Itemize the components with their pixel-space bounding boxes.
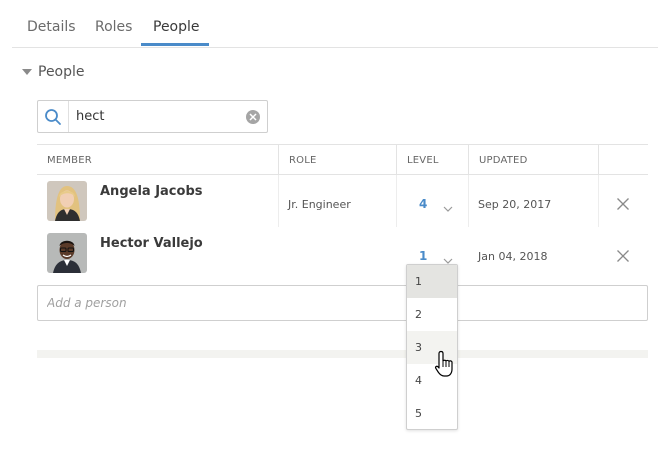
header-member[interactable]: MEMBER	[47, 155, 92, 166]
add-person-field	[37, 285, 648, 321]
member-name[interactable]: Angela Jacobs	[100, 184, 202, 199]
hand-cursor-icon	[434, 350, 456, 382]
section-title: People	[38, 64, 85, 80]
level-value[interactable]: 4	[419, 197, 427, 211]
level-option[interactable]: 1	[407, 265, 457, 298]
search-box	[37, 100, 268, 133]
tab-bar: Details Roles People	[12, 0, 658, 48]
close-icon[interactable]	[616, 196, 630, 215]
table-row: Angela Jacobs Jr. Engineer 4 Sep 20, 201…	[37, 175, 648, 227]
tab-details[interactable]: Details	[27, 19, 76, 35]
member-name[interactable]: Hector Vallejo	[100, 236, 203, 251]
header-level[interactable]: LEVEL	[407, 155, 439, 166]
table-row: Hector Vallejo 1 Jan 04, 2018	[37, 227, 648, 279]
tab-roles[interactable]: Roles	[95, 19, 132, 35]
active-tab-indicator	[141, 43, 209, 46]
clear-icon[interactable]	[246, 110, 260, 124]
search-icon[interactable]	[38, 101, 69, 132]
caret-down-icon	[22, 69, 32, 75]
search-input[interactable]	[70, 101, 240, 132]
level-option[interactable]: 5	[407, 397, 457, 429]
tab-people[interactable]: People	[153, 19, 200, 35]
people-section-toggle[interactable]: People	[22, 64, 85, 80]
table-header: MEMBER ROLE LEVEL UPDATED	[37, 144, 648, 175]
level-dropdown-menu: 1 2 3 4 5	[406, 264, 458, 430]
updated-date: Jan 04, 2018	[478, 250, 548, 263]
close-icon[interactable]	[616, 248, 630, 267]
level-value[interactable]: 1	[419, 249, 427, 263]
header-updated[interactable]: UPDATED	[479, 155, 527, 166]
table-footer-bar	[37, 350, 648, 358]
header-role[interactable]: ROLE	[289, 155, 317, 166]
member-role: Jr. Engineer	[288, 198, 351, 211]
avatar	[47, 233, 87, 273]
people-table: MEMBER ROLE LEVEL UPDATED Angela Jacobs …	[37, 144, 648, 273]
chevron-down-icon[interactable]	[443, 198, 453, 217]
updated-date: Sep 20, 2017	[478, 198, 552, 211]
add-person-input[interactable]	[38, 286, 647, 320]
avatar	[47, 181, 87, 221]
level-option[interactable]: 2	[407, 298, 457, 331]
